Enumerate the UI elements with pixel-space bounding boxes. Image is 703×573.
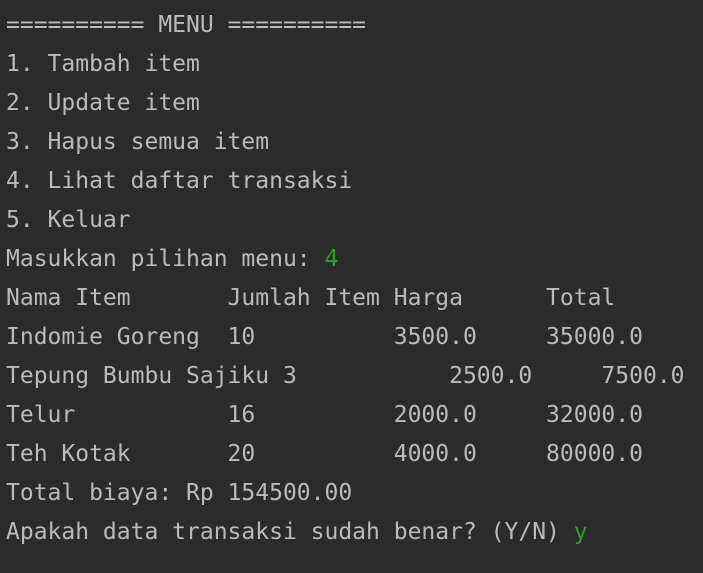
- menu-item-tambah: 1. Tambah item: [6, 51, 200, 77]
- menu-item-keluar: 5. Keluar: [6, 207, 131, 233]
- table-row: Telur 16 2000.0 32000.0: [6, 402, 643, 428]
- total-cost-line: Total biaya: Rp 154500.00: [6, 480, 353, 506]
- console-output[interactable]: ========== MENU ========== 1. Tambah ite…: [0, 0, 703, 573]
- table-header: Nama Item Jumlah Item Harga Total: [6, 285, 616, 311]
- confirm-prompt-line: Apakah data transaksi sudah benar? (Y/N)…: [6, 513, 703, 552]
- confirm-prompt-input: y: [573, 519, 588, 545]
- menu-prompt-input: 4: [324, 246, 339, 272]
- menu-prompt-text: Masukkan pilihan menu:: [6, 246, 325, 272]
- menu-item-update: 2. Update item: [6, 90, 200, 116]
- table-row: Teh Kotak 20 4000.0 80000.0: [6, 441, 643, 467]
- table-row: Tepung Bumbu Sajiku 3 2500.0 7500.0: [6, 363, 685, 389]
- menu-item-lihat: 4. Lihat daftar transaksi: [6, 168, 353, 194]
- menu-item-hapus: 3. Hapus semua item: [6, 129, 270, 155]
- menu-header: ========== MENU ==========: [6, 12, 367, 38]
- table-row: Indomie Goreng 10 3500.0 35000.0: [6, 324, 643, 350]
- confirm-prompt-text: Apakah data transaksi sudah benar? (Y/N): [6, 519, 574, 545]
- menu-prompt-line: Masukkan pilihan menu: 4: [6, 240, 703, 279]
